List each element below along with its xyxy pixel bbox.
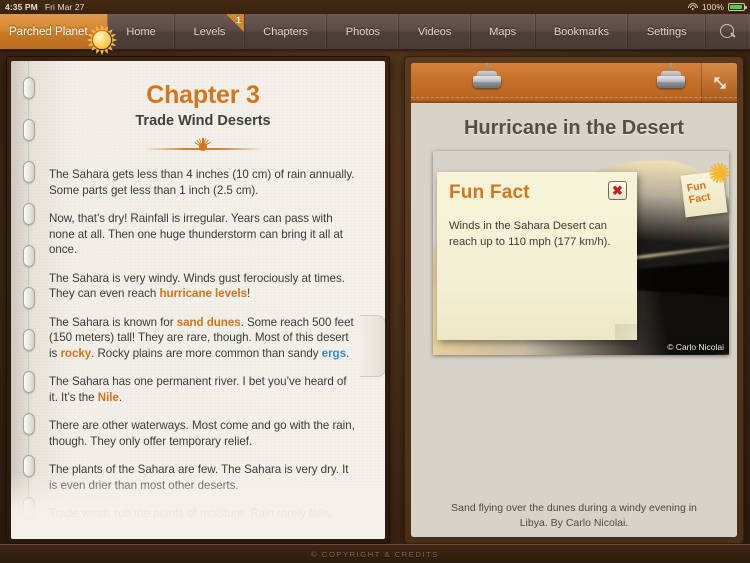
binding-ring [23,203,35,225]
nav-brand-label: Parched Planet [9,25,88,38]
binding-ring [23,497,35,519]
text-run: Now, that’s dry! Rainfall is irregular. … [49,212,343,256]
fun-fact-text: Winds in the Sahara Desert can reach up … [449,220,611,248]
binding-ring [23,455,35,477]
paragraph: The plants of the Sahara are few. The Sa… [49,462,357,493]
paragraph: The Sahara gets less than 4 inches (10 c… [49,167,357,198]
inline-link[interactable]: Nile [98,391,119,404]
media-panel-header [411,63,737,103]
status-bar: 4:35 PM Fri Mar 27 100% [0,0,750,14]
close-x-icon: ✖ [612,182,623,198]
search-button[interactable] [706,14,750,49]
status-time: 4:35 PM [5,2,38,12]
nav-tab-label: Settings [646,25,687,38]
chapter-body-text: The Sahara gets less than 4 inches (10 c… [49,167,357,522]
text-run: There are other waterways. Most come and… [49,419,355,448]
page-title: Chapter 3 [146,81,260,109]
paragraph: There are other waterways. Most come and… [49,418,357,449]
nav-tab-home[interactable]: Home [108,14,176,49]
wifi-icon [687,3,698,11]
nav-tab-label: Photos [345,25,381,38]
inline-link[interactable]: rocky [60,347,91,360]
spiral-binding [22,61,36,539]
photo-caption: Sand flying over the dunes during a wind… [451,502,697,529]
binding-ring [23,161,35,183]
text-run: . [345,346,350,360]
text-run: ! [247,287,251,300]
battery-percent-label: 100% [701,2,724,12]
paragraph: Now, that’s dry! Rainfall is irregular. … [49,211,357,258]
text-run: Trade winds rob the plants of moisture. … [49,507,333,520]
sun-icon [708,162,730,184]
status-date: Fri Mar 27 [44,2,85,12]
nav-tab-label: Videos [417,25,452,38]
expand-button[interactable] [701,63,737,103]
binding-ring [23,77,35,99]
binding-ring [23,245,35,267]
page-content: Chapter 3 Trade Wind Deserts The Sahara … [11,61,385,539]
nav-tab-label: Home [126,25,156,38]
app-window: 4:35 PM Fri Mar 27 100% Parched Planet H… [0,0,750,563]
nav-tab-settings[interactable]: Settings [628,14,707,49]
text-run: . Rocky plains are more common than sand… [91,346,322,360]
binding-ring [23,413,35,435]
text-run: The Sahara has one permanent river. I be… [49,375,347,404]
inline-link[interactable]: ergs [322,347,346,360]
copyright-credits-link[interactable]: © COPYRIGHT & CREDITS [311,550,439,559]
inline-link[interactable]: sand dunes [177,316,241,329]
paragraph: The Sahara is very windy. Winds gust fer… [49,271,357,302]
media-panel: Hurricane in the Desert © Carlo Nicolai … [404,56,744,544]
photo-credit: © Carlo Nicolai [667,342,724,352]
binding-ring [23,287,35,309]
text-run: The plants of the Sahara are few. The Sa… [49,463,349,492]
nav-tab-label: Bookmarks [553,25,609,38]
text-run: The Sahara gets less than 4 inches (10 c… [49,168,355,197]
artwork-title: Hurricane in the Desert [463,117,685,139]
page-pull-tab[interactable] [357,315,385,377]
nav-tab-chapters[interactable]: Chapters [245,14,328,49]
fun-fact-tag-label: Fun Fact [686,179,711,206]
paragraph: The Sahara has one permanent river. I be… [49,374,357,405]
footer-bar: © COPYRIGHT & CREDITS [0,544,750,563]
fun-fact-tag-line2: Fact [687,190,712,207]
search-icon [720,23,736,40]
paragraph: The Sahara is known for sand dunes. Some… [49,315,357,362]
fun-fact-sticky-note[interactable]: Fun Fact ✖ Winds in the Sahara Desert ca… [437,172,637,340]
inline-link[interactable]: hurricane levels [160,287,248,300]
media-panel-inner: Hurricane in the Desert © Carlo Nicolai … [411,63,737,537]
status-right-cluster: 100% [687,2,747,12]
text-run: . [118,390,123,404]
fun-fact-title: Fun Fact [449,182,530,203]
nav-tab-label: Maps [489,25,517,38]
nav-tab-label: Chapters [263,25,308,38]
page-subtitle: Trade Wind Deserts [135,113,271,129]
expand-arrows-icon [712,75,728,91]
sun-horizon-ornament [144,137,262,153]
binding-ring [23,371,35,393]
binder-clip-icon [473,63,501,88]
battery-icon [728,3,747,11]
paragraph: Trade winds rob the plants of moisture. … [49,506,357,522]
page-surface: Chapter 3 Trade Wind Deserts The Sahara … [11,61,385,539]
levels-badge-count: 1 [235,15,241,25]
nav-tab-levels[interactable]: Levels 1 [175,14,245,49]
media-panel-body: Hurricane in the Desert © Carlo Nicolai … [411,103,737,537]
nav-tab-videos[interactable]: Videos [399,14,471,49]
nav-tab-label: Levels [193,25,226,38]
binding-ring [23,119,35,141]
nav-tab-maps[interactable]: Maps [471,14,536,49]
nav-tab-bookmarks[interactable]: Bookmarks [536,14,629,49]
book-left-page: Chapter 3 Trade Wind Deserts The Sahara … [6,56,390,544]
binding-ring [23,329,35,351]
text-run: The Sahara is known for [49,315,177,329]
nav-brand-parched-planet[interactable]: Parched Planet [0,14,108,49]
nav-tab-photos[interactable]: Photos [327,14,400,49]
fun-fact-tag-button[interactable]: Fun Fact [680,162,730,218]
close-button[interactable]: ✖ [608,181,627,200]
binder-clip-icon [657,63,685,88]
main-navigation-bar: Parched Planet Home Levels 1 Chapters Ph… [0,14,750,50]
